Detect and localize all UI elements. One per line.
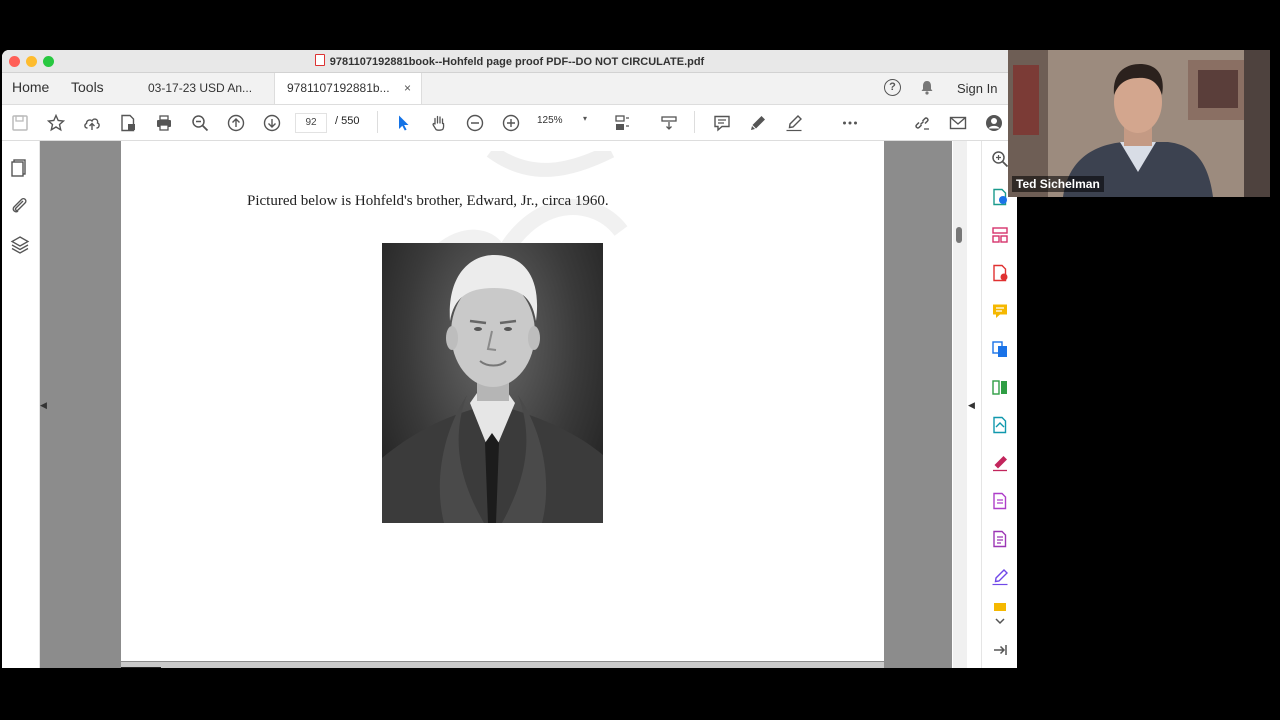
attachments-paperclip-icon[interactable] xyxy=(10,196,30,216)
chevron-down-icon[interactable] xyxy=(991,613,1009,625)
print-icon[interactable] xyxy=(154,113,174,133)
hand-tool-icon[interactable] xyxy=(429,113,449,133)
sign-pen-icon[interactable] xyxy=(784,113,804,133)
portrait-photo xyxy=(382,243,603,523)
sign-in-link[interactable]: Sign In xyxy=(957,81,997,96)
create-pdf-icon[interactable] xyxy=(118,113,138,133)
account-share-icon[interactable] xyxy=(984,113,1004,133)
window-title-text: 9781107192881book--Hohfeld page proof PD… xyxy=(329,56,705,68)
collapse-left-pane-chevron-icon[interactable]: ◀ xyxy=(40,400,47,411)
scrolling-mode-icon[interactable] xyxy=(659,113,679,133)
upload-cloud-icon[interactable] xyxy=(82,113,102,133)
tabs-bar: Home Tools 03-17-23 USD An... 9781107192… xyxy=(2,73,1017,105)
tab-tools[interactable]: Tools xyxy=(71,79,104,95)
notifications-bell-icon[interactable] xyxy=(920,80,934,98)
participant-name-label: Ted Sichelman xyxy=(1012,176,1104,192)
more-tools-icon[interactable] xyxy=(991,601,1009,611)
right-tools-pane xyxy=(981,141,1017,668)
page-display-icon[interactable] xyxy=(613,113,633,133)
share-link-icon[interactable] xyxy=(912,113,932,133)
tab-document-2[interactable]: 9781107192881b... × xyxy=(274,73,422,104)
title-bar: 9781107192881book--Hohfeld page proof PD… xyxy=(2,50,1017,73)
zoom-chevron-down-icon[interactable]: ▾ xyxy=(583,114,587,123)
next-page-icon[interactable] xyxy=(262,113,282,133)
document-canvas[interactable]: Pictured below is Hohfeld's brother, Edw… xyxy=(40,141,952,668)
comment-tool-icon[interactable] xyxy=(991,302,1009,320)
create-pdf-tool-icon[interactable] xyxy=(991,264,1009,282)
save-icon[interactable] xyxy=(10,113,30,133)
main-toolbar: 92 / 550 125% ▾ xyxy=(2,105,1017,141)
page-total: / 550 xyxy=(335,115,360,127)
layers-icon[interactable] xyxy=(10,235,30,255)
scrollbar-thumb[interactable] xyxy=(956,227,962,243)
acrobat-window: 9781107192881book--Hohfeld page proof PD… xyxy=(2,50,1017,668)
page-thumbnails-icon[interactable] xyxy=(10,158,30,178)
pdf-file-icon xyxy=(314,54,325,66)
collapse-tools-pane-icon[interactable] xyxy=(991,641,1009,659)
participant-video-feed xyxy=(1008,50,1270,197)
crop-mark xyxy=(121,667,161,668)
zoom-level-dropdown[interactable]: 125% xyxy=(537,115,563,126)
bookmark-star-icon[interactable] xyxy=(46,113,66,133)
tab-document-2-label: 9781107192881b... xyxy=(287,81,390,95)
vertical-scrollbar[interactable] xyxy=(953,141,967,668)
organize-pages-icon[interactable] xyxy=(991,226,1009,244)
pdf-page: Pictured below is Hohfeld's brother, Edw… xyxy=(121,141,884,661)
left-navigation-pane xyxy=(2,141,40,668)
window-title: 9781107192881book--Hohfeld page proof PD… xyxy=(2,54,1017,68)
page-gap xyxy=(121,662,884,668)
email-icon[interactable] xyxy=(948,113,968,133)
compare-files-icon[interactable] xyxy=(991,378,1009,396)
zoom-in-icon[interactable] xyxy=(501,113,521,133)
zoom-search-icon[interactable] xyxy=(190,113,210,133)
help-icon[interactable]: ? xyxy=(884,79,901,96)
tab-document-1-label: 03-17-23 USD An... xyxy=(148,81,253,95)
scan-ocr-icon[interactable] xyxy=(991,416,1009,434)
tab-home[interactable]: Home xyxy=(12,79,49,95)
video-participant-tile: Ted Sichelman xyxy=(1008,50,1270,197)
zoom-out-icon[interactable] xyxy=(465,113,485,133)
previous-page-icon[interactable] xyxy=(226,113,246,133)
fill-sign-icon[interactable] xyxy=(991,454,1009,472)
export-pdf-icon[interactable] xyxy=(991,188,1009,206)
highlight-pen-icon[interactable] xyxy=(748,113,768,133)
search-icon[interactable] xyxy=(991,150,1009,168)
request-signature-icon[interactable] xyxy=(991,568,1009,586)
collapse-right-pane-chevron-icon[interactable]: ◀ xyxy=(968,400,975,411)
more-options-icon[interactable] xyxy=(840,113,860,133)
prepare-form-icon[interactable] xyxy=(991,530,1009,548)
tab-close-icon[interactable]: × xyxy=(404,73,411,103)
page-number-input[interactable]: 92 xyxy=(295,113,327,133)
tab-document-1[interactable]: 03-17-23 USD An... xyxy=(136,73,274,104)
select-cursor-icon[interactable] xyxy=(393,113,413,133)
protect-pdf-icon[interactable] xyxy=(991,492,1009,510)
photo-caption: Pictured below is Hohfeld's brother, Edw… xyxy=(247,193,609,209)
toolbar-divider xyxy=(377,111,378,133)
combine-files-icon[interactable] xyxy=(991,340,1009,358)
comment-icon[interactable] xyxy=(712,113,732,133)
toolbar-divider xyxy=(694,111,695,133)
